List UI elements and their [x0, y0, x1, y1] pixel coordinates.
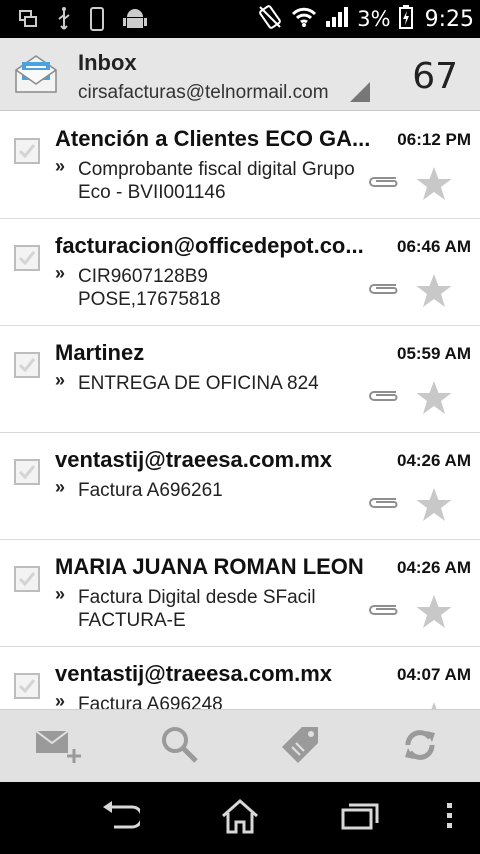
battery-charging-icon — [398, 4, 413, 34]
select-checkbox[interactable] — [14, 138, 40, 164]
wifi-icon — [291, 6, 317, 33]
system-navbar — [0, 782, 480, 854]
signal-icon — [325, 6, 349, 33]
star-icon[interactable] — [415, 166, 453, 207]
email-sender: ventastij@traeesa.com.mx — [55, 661, 333, 686]
select-checkbox[interactable] — [14, 566, 40, 592]
email-subject: Factura A696248 — [78, 694, 223, 709]
back-icon — [100, 800, 144, 836]
email-subject: CIR9607128B9 POSE,17675818 — [78, 266, 221, 310]
email-sender: facturacion@officedepot.co... — [55, 233, 364, 258]
attachment-icon — [366, 602, 400, 621]
email-subject: ENTREGA DE OFICINA 824 — [78, 373, 319, 394]
recent-apps-icon — [340, 801, 380, 836]
select-checkbox[interactable] — [14, 245, 40, 271]
email-list[interactable]: Atención a Clientes ECO GA... 06:12 PM »… — [0, 112, 480, 709]
email-row[interactable]: ventastij@traeesa.com.mx 04:26 AM » Fact… — [0, 433, 480, 540]
select-checkbox[interactable] — [14, 352, 40, 378]
email-row[interactable]: Atención a Clientes ECO GA... 06:12 PM »… — [0, 112, 480, 219]
phone-icon — [90, 7, 104, 36]
attachment-icon — [366, 495, 400, 514]
email-time: 04:07 AM — [396, 665, 471, 684]
subject-marker: » — [55, 691, 66, 709]
unread-count: 67 — [412, 56, 458, 97]
account-selector[interactable]: cirsafacturas@telnormail.com — [78, 82, 329, 104]
label-icon — [280, 725, 320, 770]
email-time: 06:12 PM — [397, 130, 471, 149]
email-row[interactable]: Martinez 05:59 AM » ENTREGA DE OFICINA 8… — [0, 326, 480, 433]
refresh-icon — [400, 725, 440, 770]
overflow-menu-icon — [445, 801, 455, 836]
star-icon[interactable] — [415, 487, 453, 528]
email-row[interactable]: facturacion@officedepot.co... 06:46 AM »… — [0, 219, 480, 326]
recent-apps-button[interactable] — [340, 800, 380, 836]
email-time: 06:46 AM — [396, 237, 471, 256]
inbox-header[interactable]: Inbox cirsafacturas@telnormail.com 67 — [0, 38, 480, 111]
search-icon — [160, 725, 200, 770]
email-row[interactable]: MARIA JUANA ROMAN LEON 04:26 AM » Factur… — [0, 540, 480, 647]
android-icon — [122, 6, 148, 37]
page-title: Inbox — [78, 50, 137, 75]
home-button[interactable] — [220, 798, 260, 839]
email-sender: MARIA JUANA ROMAN LEON — [55, 554, 364, 579]
overflow-menu-button[interactable] — [430, 800, 470, 836]
status-notifications — [18, 6, 148, 37]
select-checkbox[interactable] — [14, 459, 40, 485]
mail-app-icon — [14, 52, 58, 101]
select-checkbox[interactable] — [14, 673, 40, 699]
status-bar: 3% 9:25 — [0, 0, 480, 38]
action-toolbar — [0, 709, 480, 783]
email-time: 04:26 AM — [396, 558, 471, 577]
subject-marker: » — [55, 370, 66, 390]
home-icon — [220, 798, 260, 839]
dropdown-caret-icon[interactable] — [350, 82, 370, 107]
status-system: 3% 9:25 — [257, 0, 474, 38]
attachment-icon — [366, 281, 400, 300]
email-time: 04:26 AM — [396, 451, 471, 470]
star-icon[interactable] — [415, 273, 453, 314]
subject-marker: » — [55, 477, 66, 497]
email-row[interactable]: ventastij@traeesa.com.mx 04:07 AM » Fact… — [0, 647, 480, 709]
battery-percent: 3% — [357, 7, 391, 31]
refresh-button[interactable] — [396, 726, 444, 768]
email-subject: Factura Digital desde SFacil FACTURA-E — [78, 587, 316, 631]
subject-marker: » — [55, 263, 66, 283]
subject-marker: » — [55, 584, 66, 604]
email-time: 05:59 AM — [396, 344, 471, 363]
email-subject: Comprobante fiscal digital Grupo Eco - B… — [78, 159, 355, 203]
star-icon[interactable] — [415, 594, 453, 635]
email-sender: ventastij@traeesa.com.mx — [55, 447, 333, 472]
subject-marker: » — [55, 156, 66, 176]
screen-mirror-icon — [18, 9, 38, 34]
vibrate-mode-icon — [257, 4, 283, 35]
email-sender: Atención a Clientes ECO GA... — [55, 126, 371, 151]
label-button[interactable] — [276, 726, 324, 768]
email-subject: Factura A696261 — [78, 480, 223, 501]
attachment-icon — [366, 174, 400, 193]
clock: 9:25 — [424, 6, 474, 32]
search-button[interactable] — [156, 726, 204, 768]
star-icon[interactable] — [415, 380, 453, 421]
compose-button[interactable] — [34, 726, 82, 768]
attachment-icon — [366, 388, 400, 407]
email-sender: Martinez — [55, 340, 145, 365]
back-button[interactable] — [100, 800, 144, 836]
compose-icon — [34, 725, 82, 770]
star-icon[interactable] — [415, 701, 453, 709]
usb-icon — [56, 7, 72, 36]
